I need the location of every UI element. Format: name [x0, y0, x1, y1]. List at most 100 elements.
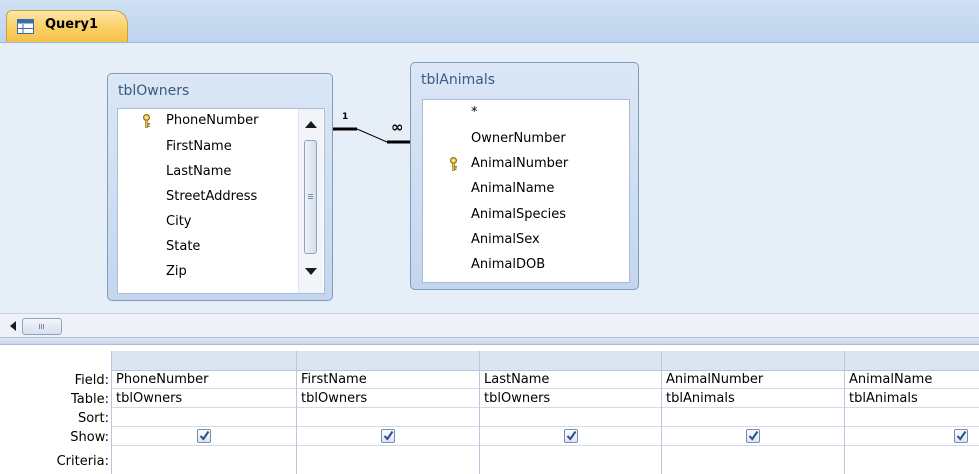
grid-column[interactable]: FirstName tblOwners	[296, 351, 479, 474]
checkmark-icon	[199, 430, 210, 441]
field-cell[interactable]: AnimalName	[845, 370, 979, 389]
column-selector[interactable]	[297, 351, 479, 371]
design-pane-hscrollbar[interactable]	[0, 313, 979, 338]
field-list-title: tblAnimals	[421, 72, 496, 88]
field-list-tblAnimals[interactable]: tblAnimals * OwnerNumber AnimalNumber An…	[410, 62, 639, 290]
field-item-all[interactable]: *	[423, 101, 623, 125]
checkmark-icon	[748, 430, 759, 441]
sort-cell[interactable]	[112, 408, 296, 427]
field-name: City	[166, 214, 192, 229]
row-label-show: Show:	[70, 430, 109, 445]
primary-key-icon	[450, 157, 457, 171]
query-icon	[17, 19, 34, 34]
tab-label: Query1	[45, 17, 99, 32]
show-cell	[297, 427, 479, 446]
document-tab-strip: Query1	[0, 0, 979, 43]
field-list-scrollbar[interactable]	[298, 109, 323, 293]
field-cell[interactable]: AnimalNumber	[662, 370, 844, 389]
column-selector[interactable]	[845, 351, 979, 371]
sort-cell[interactable]	[480, 408, 661, 427]
field-item-OwnerNumber[interactable]: OwnerNumber	[423, 127, 623, 151]
scroll-up-arrow-icon[interactable]	[305, 121, 317, 128]
scroll-down-arrow-icon[interactable]	[305, 268, 317, 275]
field-name: LastName	[166, 164, 232, 179]
field-item-AnimalNumber[interactable]: AnimalNumber	[423, 152, 623, 176]
field-name: AnimalDOB	[471, 257, 546, 272]
field-name: AnimalName	[471, 181, 555, 196]
scroll-thumb[interactable]	[304, 140, 317, 254]
field-item-LastName[interactable]: LastName	[118, 160, 293, 184]
show-checkbox[interactable]	[746, 429, 760, 443]
checkmark-icon	[956, 430, 967, 441]
field-list-tblOwners[interactable]: tblOwners PhoneNumber FirstName LastName	[107, 73, 333, 301]
field-item-StreetAddress[interactable]: StreetAddress	[118, 185, 293, 209]
field-name: PhoneNumber	[166, 113, 259, 128]
show-checkbox[interactable]	[563, 429, 578, 443]
show-checkbox[interactable]	[381, 429, 395, 443]
field-item-Zip[interactable]: Zip	[118, 260, 293, 284]
pane-splitter[interactable]	[0, 337, 979, 345]
field-list-title: tblOwners	[118, 83, 190, 99]
field-list-body: * OwnerNumber AnimalNumber AnimalName An…	[422, 99, 630, 283]
grid-column[interactable]: PhoneNumber tblOwners	[111, 351, 296, 474]
hscroll-thumb[interactable]	[22, 318, 62, 335]
table-cell[interactable]: tblAnimals	[845, 389, 979, 408]
row-label-criteria: Criteria:	[56, 454, 109, 469]
field-item-AnimalSpecies[interactable]: AnimalSpecies	[423, 203, 623, 227]
field-name: State	[166, 239, 201, 254]
tab-query1[interactable]: Query1	[6, 10, 128, 42]
field-name: StreetAddress	[166, 189, 258, 204]
grid-column[interactable]: AnimalName tblAnimals	[844, 351, 979, 474]
sort-cell[interactable]	[662, 408, 844, 427]
show-cell	[112, 427, 296, 446]
field-name: AnimalNumber	[471, 156, 569, 171]
criteria-cell[interactable]	[112, 446, 296, 465]
field-name: AnimalSpecies	[471, 207, 567, 222]
criteria-cell[interactable]	[480, 446, 661, 465]
primary-key-icon	[143, 114, 150, 128]
show-cell	[662, 427, 844, 446]
scroll-left-arrow-icon[interactable]	[10, 321, 16, 331]
show-cell	[845, 427, 979, 446]
sort-cell[interactable]	[845, 408, 979, 427]
field-list-body: PhoneNumber FirstName LastName StreetAdd…	[117, 108, 325, 294]
field-item-FirstName[interactable]: FirstName	[118, 135, 293, 159]
grid-columns: PhoneNumber tblOwners FirstName tblOwner…	[111, 351, 979, 474]
field-cell[interactable]: PhoneNumber	[112, 370, 296, 389]
field-item-AnimalSex[interactable]: AnimalSex	[423, 228, 623, 252]
criteria-cell[interactable]	[297, 446, 479, 465]
checkmark-icon	[383, 430, 394, 441]
table-cell[interactable]: tblOwners	[297, 389, 479, 408]
field-item-State[interactable]: State	[118, 235, 293, 259]
relationship-one-label: 1	[342, 112, 349, 122]
row-label-table: Table:	[71, 392, 109, 407]
checkmark-icon	[566, 430, 576, 441]
grid-row-labels: Field: Table: Sort: Show: Criteria:	[0, 351, 111, 474]
field-item-PhoneNumber[interactable]: PhoneNumber	[118, 109, 293, 133]
sort-cell[interactable]	[297, 408, 479, 427]
table-cell[interactable]: tblOwners	[480, 389, 661, 408]
table-cell[interactable]: tblAnimals	[662, 389, 844, 408]
grid-column[interactable]: LastName tblOwners	[479, 351, 661, 474]
relationship-many-label: ∞	[391, 118, 404, 136]
field-cell[interactable]: LastName	[480, 370, 661, 389]
show-checkbox[interactable]	[954, 429, 968, 443]
field-item-City[interactable]: City	[118, 210, 293, 234]
column-selector[interactable]	[480, 351, 661, 371]
column-selector[interactable]	[112, 351, 296, 371]
column-selector[interactable]	[662, 351, 844, 371]
grid-column[interactable]: AnimalNumber tblAnimals	[661, 351, 844, 474]
query-design-pane: tblOwners PhoneNumber FirstName LastName	[0, 43, 979, 313]
field-name: *	[471, 105, 478, 120]
criteria-cell[interactable]	[662, 446, 844, 465]
field-cell[interactable]: FirstName	[297, 370, 479, 389]
field-item-AnimalName[interactable]: AnimalName	[423, 177, 623, 201]
show-checkbox[interactable]	[197, 429, 211, 443]
field-name: OwnerNumber	[471, 131, 566, 146]
row-label-field: Field:	[74, 373, 109, 388]
query-design-grid: Field: Table: Sort: Show: Criteria: Phon…	[0, 351, 979, 474]
field-item-AnimalDOB[interactable]: AnimalDOB	[423, 253, 623, 277]
field-name: AnimalSex	[471, 232, 540, 247]
criteria-cell[interactable]	[845, 446, 979, 465]
table-cell[interactable]: tblOwners	[112, 389, 296, 408]
